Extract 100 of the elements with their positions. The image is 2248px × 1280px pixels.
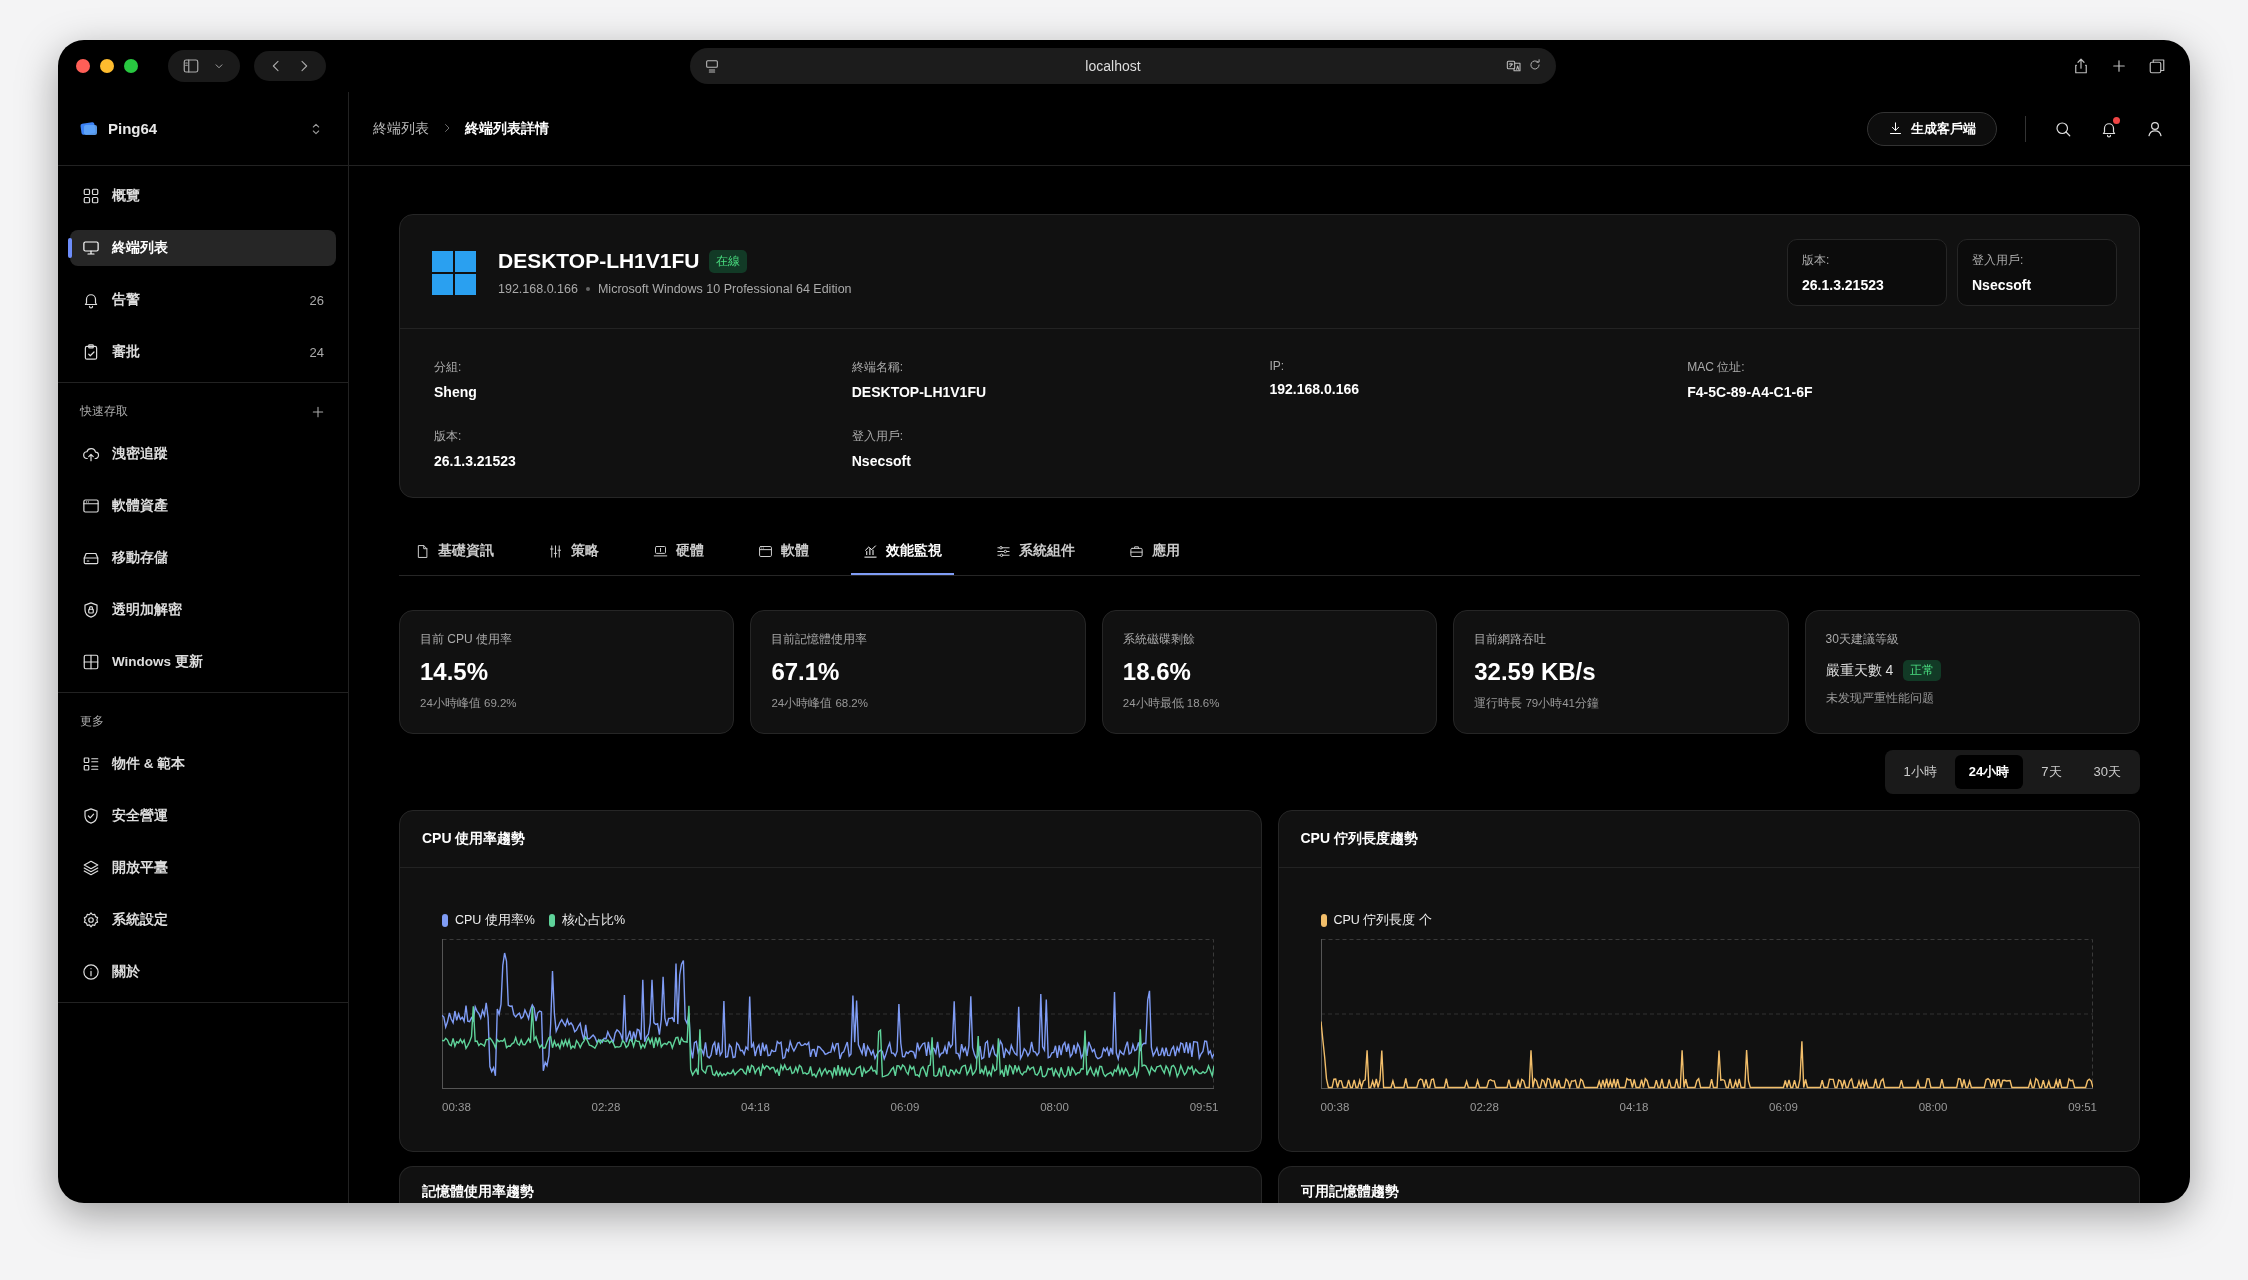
account-button[interactable] bbox=[2146, 119, 2164, 138]
shield-lock-icon bbox=[82, 601, 100, 619]
axis-label: 09:51 bbox=[2068, 1101, 2097, 1113]
field-label: 登入用戶: bbox=[851, 428, 905, 445]
axis-label: 04:18 bbox=[1619, 1101, 1649, 1113]
field-value: Nsecsoft bbox=[1972, 277, 2033, 293]
tab[interactable]: 效能監視 bbox=[851, 528, 954, 575]
close-button[interactable] bbox=[76, 59, 90, 73]
ip-address: 192.168.0.166 bbox=[498, 282, 578, 296]
section-title: 快速存取 bbox=[80, 403, 128, 420]
stat-value: 14.5% bbox=[420, 658, 490, 686]
tab[interactable]: 硬體 bbox=[641, 528, 716, 575]
field-label: IP: bbox=[1269, 359, 1286, 373]
axis-label: 06:09 bbox=[890, 1101, 920, 1113]
stat-note: 24小時峰值 69.2% bbox=[420, 696, 518, 711]
search-icon bbox=[2054, 119, 2072, 138]
cloud-upload-icon bbox=[82, 445, 100, 463]
shield-check-icon bbox=[82, 807, 100, 825]
sidebar-item[interactable]: 安全營運 bbox=[70, 798, 336, 834]
download-icon bbox=[1888, 121, 1903, 136]
document-icon bbox=[415, 543, 430, 559]
range-option[interactable]: 24小時 bbox=[1954, 755, 2024, 789]
sidebar-item[interactable]: 開放平臺 bbox=[70, 850, 336, 886]
stat-note: 24小時最低 18.6% bbox=[1122, 696, 1221, 711]
info-icon bbox=[82, 963, 100, 981]
legend-item[interactable]: CPU 使用率% bbox=[442, 912, 535, 929]
briefcase-icon bbox=[1129, 543, 1144, 559]
axis-label: 00:38 bbox=[1320, 1101, 1350, 1113]
sidebar-item[interactable]: 概覽 bbox=[70, 178, 336, 214]
stat-note: 運行時長 79小時41分鐘 bbox=[1474, 696, 1600, 711]
sidebar-item[interactable]: 物件 & 範本 bbox=[70, 746, 336, 782]
zoom-button[interactable] bbox=[124, 59, 138, 73]
clipboard-icon bbox=[82, 343, 100, 361]
field-label: 版本: bbox=[1802, 252, 1831, 269]
axis-label: 08:00 bbox=[1040, 1101, 1069, 1113]
window-icon bbox=[758, 543, 773, 559]
sliders-icon bbox=[548, 543, 563, 559]
brand-name: Ping64 bbox=[108, 120, 159, 137]
section-title: 更多 bbox=[80, 713, 104, 730]
sidebar-item[interactable]: 軟體資產 bbox=[70, 488, 336, 524]
chart-title: CPU 使用率趨勢 bbox=[400, 811, 1261, 868]
device-name: DESKTOP-LH1V1FU bbox=[498, 249, 700, 273]
tab[interactable]: 系統組件 bbox=[984, 528, 1087, 575]
sidebar-item[interactable]: 關於 bbox=[70, 954, 336, 990]
field-label: MAC 位址: bbox=[1687, 359, 1746, 376]
tab[interactable]: 軟體 bbox=[746, 528, 821, 575]
notifications-button[interactable] bbox=[2100, 119, 2118, 138]
page-icon bbox=[704, 58, 720, 74]
legend-item[interactable]: CPU 佇列長度 个 bbox=[1320, 912, 1432, 929]
sidebar-button[interactable] bbox=[182, 57, 200, 75]
stat-value: 嚴重天數 4 bbox=[1825, 661, 1894, 680]
stat-value: 18.6% bbox=[1122, 658, 1192, 686]
range-option[interactable]: 1小時 bbox=[1889, 755, 1951, 789]
range-option[interactable]: 7天 bbox=[2027, 755, 2076, 789]
axis-label: 02:28 bbox=[1470, 1101, 1499, 1113]
sidebar-item[interactable]: 系統設定 bbox=[70, 902, 336, 938]
breadcrumb-item: 終端列表詳情 bbox=[465, 119, 549, 138]
sidebar-item[interactable]: 審批 24 bbox=[70, 334, 336, 370]
address-bar[interactable]: localhost bbox=[690, 48, 1556, 84]
minimize-button[interactable] bbox=[100, 59, 114, 73]
field-value: Sheng bbox=[434, 384, 478, 400]
tab[interactable]: 基礎資訊 bbox=[403, 528, 506, 575]
user-icon bbox=[2146, 119, 2164, 138]
tab[interactable]: 應用 bbox=[1117, 528, 1192, 575]
field-label: 終端名稱: bbox=[851, 359, 905, 376]
os-name: Microsoft Windows 10 Professional 64 Edition bbox=[597, 282, 852, 296]
tab[interactable]: 策略 bbox=[536, 528, 611, 575]
stat-label: 目前記憶體使用率 bbox=[771, 631, 869, 648]
field-value: Nsecsoft bbox=[851, 453, 912, 469]
chart-title: 可用記憶體趨勢 bbox=[1277, 1166, 2140, 1203]
list-icon bbox=[82, 755, 100, 773]
axis-label: 00:38 bbox=[442, 1101, 471, 1113]
bell-icon bbox=[82, 291, 100, 309]
axis-label: 02:28 bbox=[591, 1101, 621, 1113]
generate-client-button[interactable]: 生成客戶端 bbox=[1867, 111, 1997, 146]
field-label: 分組: bbox=[434, 359, 463, 376]
window-icon bbox=[82, 497, 100, 515]
reload-icon bbox=[1528, 58, 1542, 72]
sidebar-icon bbox=[182, 57, 200, 75]
settings-icon bbox=[82, 911, 100, 929]
chart-icon bbox=[863, 543, 878, 559]
sidebar-item[interactable]: 移動存儲 bbox=[70, 540, 336, 576]
sidebar-item[interactable]: 透明加解密 bbox=[70, 592, 336, 628]
legend-item[interactable]: 核心占比% bbox=[549, 912, 626, 929]
sidebar-item[interactable]: 告警 26 bbox=[70, 282, 336, 318]
status-badge: 在線 bbox=[709, 249, 748, 273]
laptop-icon bbox=[653, 543, 668, 559]
axis-label: 06:09 bbox=[1769, 1101, 1798, 1113]
status-badge: 正常 bbox=[1903, 660, 1942, 681]
sidebar-item[interactable]: 終端列表 bbox=[70, 230, 336, 266]
search-button[interactable] bbox=[2054, 119, 2072, 138]
breadcrumb-item[interactable]: 終端列表 bbox=[373, 119, 429, 138]
monitor-icon bbox=[82, 239, 100, 257]
stat-label: 系統磁碟剩餘 bbox=[1122, 631, 1196, 648]
sidebar-item[interactable]: 洩密追蹤 bbox=[70, 436, 336, 472]
count-label: 24 bbox=[309, 344, 324, 360]
sidebar-item[interactable]: Windows 更新 bbox=[70, 644, 336, 680]
range-option[interactable]: 30天 bbox=[2079, 755, 2135, 789]
tabs-icon bbox=[2148, 57, 2166, 75]
count-label: 26 bbox=[309, 292, 324, 308]
